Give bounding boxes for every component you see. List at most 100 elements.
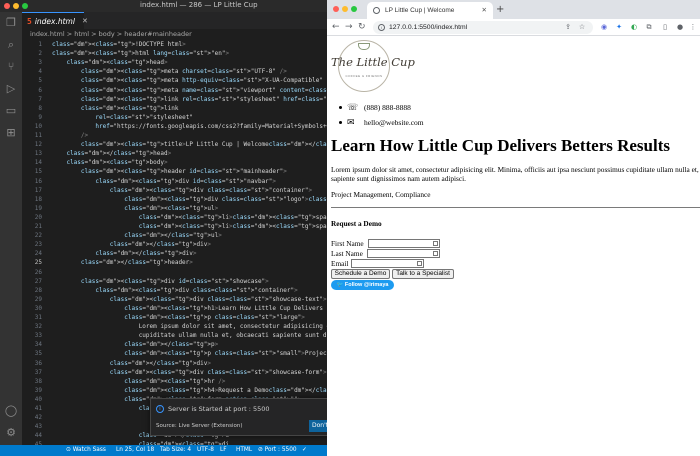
back-arrow-icon[interactable]: ← bbox=[332, 20, 340, 35]
code-line[interactable]: 11 /> bbox=[22, 131, 327, 140]
twitter-follow-label: Follow @irimaya bbox=[344, 282, 389, 288]
first-name-field[interactable] bbox=[368, 239, 440, 248]
cursor-position[interactable]: Ln 25, Col 18 bbox=[116, 445, 154, 456]
logo-subtitle: COFFEE & FRIENDS bbox=[345, 74, 383, 78]
live-server-port[interactable]: ⊘ Port : 5500 bbox=[258, 445, 297, 456]
sidebar-icon[interactable]: ▯ bbox=[660, 22, 670, 32]
code-line[interactable]: 37 class="dm"><class="tg">div class=clas… bbox=[22, 368, 327, 377]
watch-sass-button[interactable]: ⊙ Watch Sass bbox=[66, 445, 106, 456]
close-window-button[interactable] bbox=[4, 3, 10, 9]
code-line[interactable]: 31 class="dm"><class="tg">p class=class=… bbox=[22, 313, 327, 322]
code-line[interactable]: 4 class="dm"><class="tg">meta charset=cl… bbox=[22, 67, 327, 76]
code-line[interactable]: 33 cupiditate ullam nulla et, obcaecati … bbox=[22, 331, 327, 340]
code-line[interactable]: 3 class="dm"><class="tg">head> bbox=[22, 58, 327, 67]
line-ending[interactable]: LF bbox=[220, 445, 227, 456]
code-text: class="dm"></class="tg">ul> bbox=[124, 232, 222, 240]
code-line[interactable]: 7 class="dm"><class="tg">link rel=class=… bbox=[22, 95, 327, 104]
code-line[interactable]: 20 class="dm"><class="tg">li>class="dm">… bbox=[22, 213, 327, 222]
code-text: cupiditate ullam nulla et, obcaecati sap… bbox=[52, 332, 327, 340]
code-line[interactable]: 15 class="dm"><class="tg">header id=clas… bbox=[22, 167, 327, 176]
site-info-icon[interactable]: i bbox=[378, 24, 385, 31]
logo[interactable]: The Little Cup COFFEE & FRIENDS bbox=[331, 40, 415, 94]
code-line[interactable]: 22 class="dm"></class="tg">ul> bbox=[22, 231, 327, 240]
explorer-icon[interactable]: ❐ bbox=[4, 16, 18, 30]
line-number: 20 bbox=[34, 213, 42, 221]
code-line[interactable]: 9 rel=class="st">"stylesheet" bbox=[22, 113, 327, 122]
code-line[interactable]: 5 class="dm"><class="tg">meta http-equiv… bbox=[22, 76, 327, 85]
tab-size[interactable]: Tab Size: 4 bbox=[160, 445, 191, 456]
code-line[interactable]: 28 class="dm"><class="tg">div class=clas… bbox=[22, 286, 327, 295]
code-line[interactable]: 21 class="dm"><class="tg">li>class="dm">… bbox=[22, 222, 327, 231]
code-line[interactable]: 29 class="dm"><class="tg">div class=clas… bbox=[22, 295, 327, 304]
code-line[interactable]: 17 class="dm"><class="tg">div class=clas… bbox=[22, 186, 327, 195]
zoom-window-button[interactable] bbox=[22, 3, 28, 9]
email-field[interactable] bbox=[351, 259, 424, 268]
code-line[interactable]: 32 Lorem ipsum dolor sit amet, consectet… bbox=[22, 322, 327, 331]
account-icon[interactable]: ◯ bbox=[4, 404, 18, 418]
code-line[interactable]: 23 class="dm"></class="tg">div> bbox=[22, 240, 327, 249]
schedule-demo-button[interactable]: Schedule a Demo bbox=[331, 269, 390, 279]
extension-icon[interactable]: ◉ bbox=[599, 22, 609, 32]
close-window-button[interactable] bbox=[333, 6, 339, 12]
dont-show-again-button[interactable]: Don't bbox=[309, 420, 327, 432]
line-number: 30 bbox=[34, 304, 42, 312]
extensions-icon[interactable]: ⊞ bbox=[4, 126, 18, 140]
source-control-icon[interactable]: ⑂ bbox=[4, 60, 18, 74]
code-line[interactable]: 16 class="dm"><class="tg">div id=class="… bbox=[22, 177, 327, 186]
code-line[interactable]: 19 class="dm"><class="tg">ul> bbox=[22, 204, 327, 213]
browser-tab[interactable]: LP Little Cup | Welcome ✕ bbox=[367, 2, 493, 19]
code-line[interactable]: 10 href="https://fonts.googleapis.com/cs… bbox=[22, 122, 327, 131]
close-icon[interactable]: ✕ bbox=[82, 17, 88, 25]
search-icon[interactable]: ⌕ bbox=[4, 38, 18, 52]
tab-index-html[interactable]: 5 index.html ✕ bbox=[22, 12, 88, 29]
code-line[interactable]: 25 class="dm"></class="tg">header> bbox=[22, 258, 327, 267]
profile-icon[interactable]: ● bbox=[675, 22, 685, 32]
bookmark-star-icon[interactable]: ☆ bbox=[577, 22, 587, 32]
code-line[interactable]: 13 class="dm"></class="tg">head> bbox=[22, 149, 327, 158]
talk-to-specialist-button[interactable]: Talk to a Specialist bbox=[392, 269, 454, 279]
code-line[interactable]: 35 class="dm"><class="tg">p class=class=… bbox=[22, 349, 327, 358]
code-text: class="dm"></class="tg">header> bbox=[80, 259, 193, 267]
remote-explorer-icon[interactable]: ▭ bbox=[4, 104, 18, 118]
zoom-window-button[interactable] bbox=[351, 6, 357, 12]
grammarly-icon[interactable]: ◐ bbox=[629, 22, 639, 32]
code-line[interactable]: 8 class="dm"><class="tg">link bbox=[22, 104, 327, 113]
code-text: class="dm"><class="tg">p class=class="st… bbox=[124, 350, 327, 358]
code-line[interactable]: 26 bbox=[22, 268, 327, 277]
new-tab-button[interactable]: + bbox=[496, 2, 504, 17]
menu-icon[interactable]: ⋮ bbox=[688, 22, 698, 32]
encoding[interactable]: UTF-8 bbox=[197, 445, 214, 456]
code-line[interactable]: 38 class="dm"><class="tg">hr /> bbox=[22, 377, 327, 386]
code-line[interactable]: 27 class="dm"><class="tg">div id=class="… bbox=[22, 277, 327, 286]
code-line[interactable]: 14 class="dm"><class="tg">body> bbox=[22, 158, 327, 167]
language-mode[interactable]: HTML bbox=[236, 445, 252, 456]
prettier-status[interactable]: ✓ bbox=[302, 445, 307, 456]
extensions-icon[interactable]: ⧉ bbox=[644, 22, 654, 32]
minimize-window-button[interactable] bbox=[13, 3, 19, 9]
code-line[interactable]: 2 class="dm"><class="tg">html lang=class=… bbox=[22, 49, 327, 58]
code-text: /> bbox=[80, 132, 89, 139]
code-line[interactable]: 30 class="dm"><class="tg">h1>Learn How L… bbox=[22, 304, 327, 313]
code-line[interactable]: 6 class="dm"><class="tg">meta name=class… bbox=[22, 86, 327, 95]
minimize-window-button[interactable] bbox=[342, 6, 348, 12]
code-line[interactable]: 36 class="dm"></class="tg">div> bbox=[22, 359, 327, 368]
code-line[interactable]: 12 class="dm"><class="tg">title>LP Littl… bbox=[22, 140, 327, 149]
twitter-follow-button[interactable]: 🐦 Follow @irimaya bbox=[331, 280, 394, 290]
reload-icon[interactable]: ↻ bbox=[358, 20, 366, 35]
settings-gear-icon[interactable]: ⚙ bbox=[4, 426, 18, 440]
share-icon[interactable]: ⇪ bbox=[563, 22, 573, 32]
run-debug-icon[interactable]: ▷ bbox=[4, 82, 18, 96]
extension-puzzle-icon[interactable]: ✦ bbox=[614, 22, 624, 32]
code-line[interactable]: 34 class="dm"></class="tg">p> bbox=[22, 340, 327, 349]
code-line[interactable]: 24 class="dm"></class="tg">div> bbox=[22, 249, 327, 258]
code-line[interactable]: 1 class="dm"><class="tg">!DOCTYPE html> bbox=[22, 40, 327, 49]
breadcrumb[interactable]: index.html > html > body > header#mainhe… bbox=[22, 29, 327, 40]
last-name-field[interactable] bbox=[367, 249, 440, 258]
code-line[interactable]: 18 class="dm"><class="tg">div class=clas… bbox=[22, 195, 327, 204]
code-editor[interactable]: 1 class="dm"><class="tg">!DOCTYPE html> 2 c… bbox=[22, 40, 327, 448]
forward-arrow-icon[interactable]: → bbox=[345, 20, 353, 35]
code-line[interactable]: 39 class="dm"><class="tg">h4>Request a D… bbox=[22, 386, 327, 395]
line-number: 24 bbox=[34, 250, 42, 258]
address-bar[interactable]: i 127.0.0.1:5500/index.html bbox=[373, 21, 593, 34]
close-icon[interactable]: ✕ bbox=[482, 2, 487, 19]
